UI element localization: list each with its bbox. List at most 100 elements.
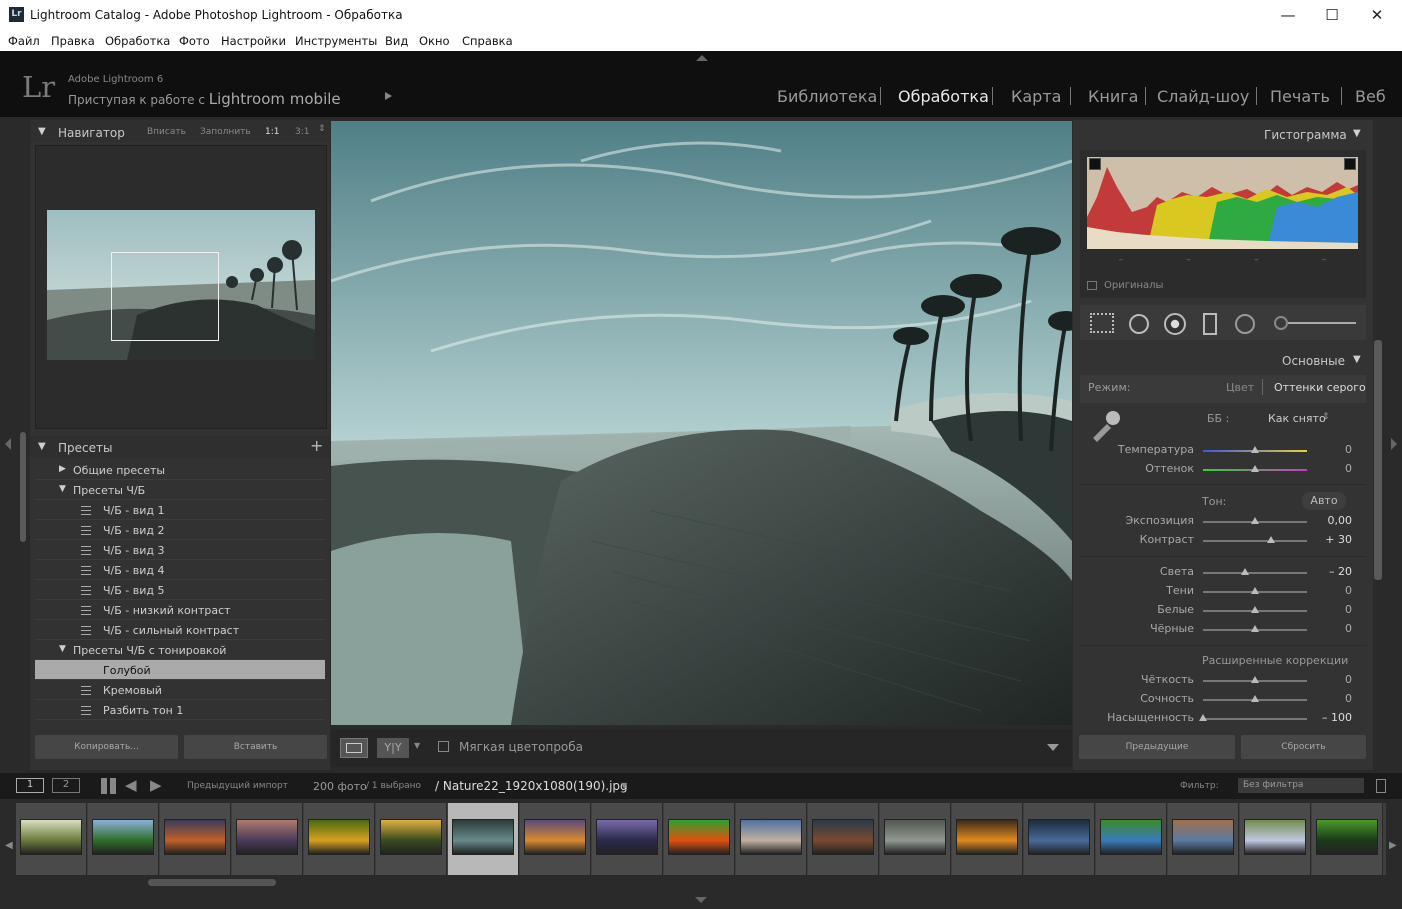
slider-value[interactable]: 0	[1312, 603, 1352, 616]
slider-knob[interactable]	[1251, 695, 1259, 702]
white-balance-eyedropper-icon[interactable]	[1089, 408, 1123, 442]
filmstrip-thumb[interactable]	[952, 803, 1023, 875]
slider-value[interactable]: 0	[1312, 443, 1352, 456]
wb-stepper-icon[interactable]: ⇕	[1322, 412, 1330, 422]
filmstrip-thumb[interactable]	[304, 803, 375, 875]
zoom-stepper-icon[interactable]: ⇕	[318, 124, 326, 134]
brush-slider[interactable]	[1288, 322, 1356, 324]
histogram-chart[interactable]	[1087, 157, 1358, 249]
folder-open-triangle-icon[interactable]: ▼	[59, 644, 66, 654]
folder-open-triangle-icon[interactable]: ▼	[59, 484, 66, 494]
presets-collapse-icon[interactable]: ▼	[38, 441, 46, 452]
module-web[interactable]: Веб	[1355, 87, 1386, 106]
menu-help[interactable]: Справка	[462, 34, 513, 48]
mode-color[interactable]: Цвет	[1226, 381, 1254, 394]
filmstrip-thumb[interactable]	[1312, 803, 1383, 875]
slider-knob[interactable]	[1251, 676, 1259, 683]
slider-knob[interactable]	[1251, 587, 1259, 594]
menu-file[interactable]: Файл	[8, 34, 40, 48]
main-window-button[interactable]: 1	[16, 778, 44, 793]
filter-lock-icon[interactable]	[1376, 779, 1386, 793]
filmstrip-thumb[interactable]	[1240, 803, 1311, 875]
adjustment-brush-icon[interactable]	[1274, 316, 1288, 330]
slider-track[interactable]	[1203, 465, 1307, 472]
toolbar-menu-icon[interactable]	[1047, 744, 1059, 751]
menu-edit[interactable]: Правка	[51, 34, 95, 48]
slider-track[interactable]	[1203, 446, 1307, 453]
close-button[interactable]: ✕	[1355, 4, 1399, 26]
maximize-button[interactable]: ☐	[1310, 4, 1354, 26]
menu-settings[interactable]: Настройки	[221, 34, 286, 48]
mode-grayscale[interactable]: Оттенки серого	[1274, 381, 1366, 394]
filmstrip-thumb[interactable]	[736, 803, 807, 875]
filmstrip-left-arrow-icon[interactable]: ◀	[5, 840, 13, 851]
preset-item[interactable]: Разбить тон 1	[35, 700, 325, 720]
dropdown-icon[interactable]: ▼	[414, 741, 420, 750]
preset-folder[interactable]: ▼ Пресеты Ч/Б	[35, 480, 325, 500]
forward-arrow-icon[interactable]: ▶	[150, 776, 162, 794]
filmstrip-thumb[interactable]	[16, 803, 87, 875]
filmstrip-thumb[interactable]	[1024, 803, 1095, 875]
filmstrip-thumb[interactable]	[520, 803, 591, 875]
slider-knob[interactable]	[1240, 568, 1249, 575]
slider-knob[interactable]	[1199, 714, 1207, 721]
basic-collapse-icon[interactable]: ▼	[1353, 354, 1361, 365]
module-library[interactable]: Библиотека	[777, 87, 877, 106]
loupe-view-icon[interactable]	[340, 738, 368, 758]
crop-tool-icon[interactable]	[1090, 313, 1114, 333]
slider-value[interactable]: – 100	[1312, 711, 1352, 724]
filmstrip-thumb[interactable]	[880, 803, 951, 875]
slider-track[interactable]	[1203, 625, 1307, 632]
slider-track[interactable]	[1203, 568, 1307, 575]
preset-item[interactable]: Ч/Б - низкий контраст	[35, 600, 325, 620]
minimize-button[interactable]: —	[1266, 4, 1310, 26]
menu-view[interactable]: Вид	[385, 34, 408, 48]
originals-checkbox[interactable]	[1087, 281, 1097, 290]
slider-value[interactable]: 0	[1312, 673, 1352, 686]
right-panel-arrow-icon[interactable]	[1391, 438, 1397, 450]
before-after-icon[interactable]: Y|Y	[377, 738, 409, 758]
highlight-clipping-icon[interactable]	[1344, 158, 1356, 170]
left-panel-arrow-icon[interactable]	[5, 438, 11, 450]
slider-track[interactable]	[1203, 695, 1307, 702]
preset-folder[interactable]: ▼ Пресеты Ч/Б с тонировкой	[35, 640, 325, 660]
back-arrow-icon[interactable]: ◀	[125, 776, 137, 794]
filmstrip-thumb[interactable]	[1096, 803, 1167, 875]
slider-knob[interactable]	[1251, 517, 1259, 524]
filmstrip-thumb[interactable]	[592, 803, 663, 875]
slider-value[interactable]: – 20	[1312, 565, 1352, 578]
menu-window[interactable]: Окно	[419, 34, 450, 48]
slider-value[interactable]: 0	[1312, 692, 1352, 705]
preset-item[interactable]: Голубой	[35, 660, 325, 680]
filmstrip-source[interactable]: Предыдущий импорт	[187, 781, 288, 791]
filter-select[interactable]: Без фильтра	[1238, 778, 1364, 793]
filmstrip-thumb[interactable]	[376, 803, 447, 875]
navigator-zoom-frame[interactable]	[111, 252, 219, 341]
filmstrip-thumb[interactable]	[448, 803, 519, 875]
wb-value[interactable]: Как снято	[1268, 412, 1326, 425]
navigator-3to1[interactable]: 3:1	[295, 127, 309, 137]
spot-removal-icon[interactable]	[1129, 314, 1149, 334]
slider-track[interactable]	[1203, 536, 1307, 543]
preset-item[interactable]: Ч/Б - вид 2	[35, 520, 325, 540]
preset-item[interactable]: Ч/Б - вид 1	[35, 500, 325, 520]
slider-value[interactable]: 0	[1312, 462, 1352, 475]
radial-filter-icon[interactable]	[1235, 314, 1255, 334]
filmstrip-scrollbar[interactable]	[148, 879, 276, 886]
top-panel-arrow-icon[interactable]	[696, 55, 708, 61]
filename-dropdown-icon[interactable]: ▼	[621, 781, 627, 790]
collapse-triangle-icon[interactable]: ▼	[38, 126, 46, 137]
navigator-fill[interactable]: Заполнить	[200, 127, 251, 137]
slider-track[interactable]	[1203, 676, 1307, 683]
slider-track[interactable]	[1203, 587, 1307, 594]
folder-closed-triangle-icon[interactable]: ▶	[59, 464, 66, 474]
slider-knob[interactable]	[1251, 606, 1259, 613]
mobile-tagline[interactable]: Приступая к работе с Lightroom mobile	[68, 90, 341, 108]
module-slideshow[interactable]: Слайд-шоу	[1157, 87, 1249, 106]
module-book[interactable]: Книга	[1088, 87, 1138, 106]
menu-photo[interactable]: Фото	[179, 34, 210, 48]
navigator-1to1[interactable]: 1:1	[265, 127, 279, 137]
add-preset-icon[interactable]: +	[310, 436, 323, 455]
preset-item[interactable]: Ч/Б - вид 3	[35, 540, 325, 560]
preset-item[interactable]: Кремовый	[35, 680, 325, 700]
